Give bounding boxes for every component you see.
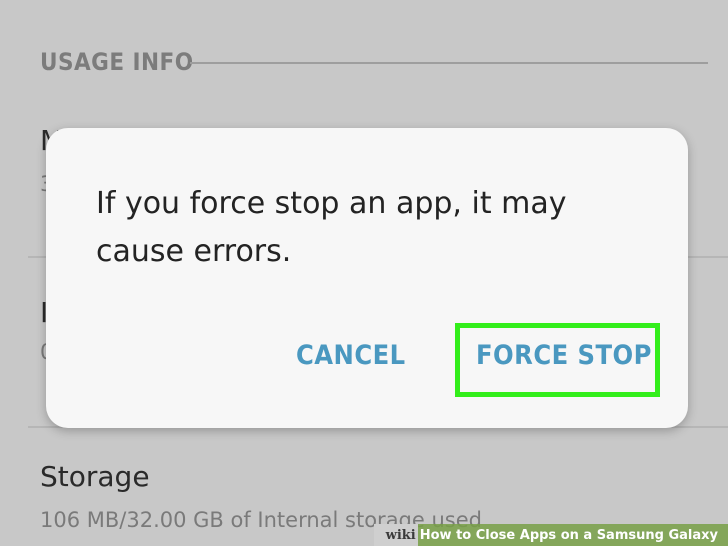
watermark-title: to Close Apps on a Samsung Galaxy xyxy=(451,527,718,543)
dialog-message: If you force stop an app, it may cause e… xyxy=(96,186,567,269)
watermark-wiki: wiki xyxy=(373,524,418,546)
section-divider xyxy=(190,62,708,64)
wikihow-watermark: wiki How to Close Apps on a Samsung Gala… xyxy=(373,524,728,546)
force-stop-button[interactable]: FORCE STOP xyxy=(476,340,652,371)
cancel-button[interactable]: CANCEL xyxy=(296,340,406,371)
section-header: USAGE INFO xyxy=(40,48,194,76)
watermark-how: How xyxy=(419,527,452,543)
storage-title[interactable]: Storage xyxy=(40,460,150,493)
force-stop-dialog: If you force stop an app, it may cause e… xyxy=(46,128,688,428)
